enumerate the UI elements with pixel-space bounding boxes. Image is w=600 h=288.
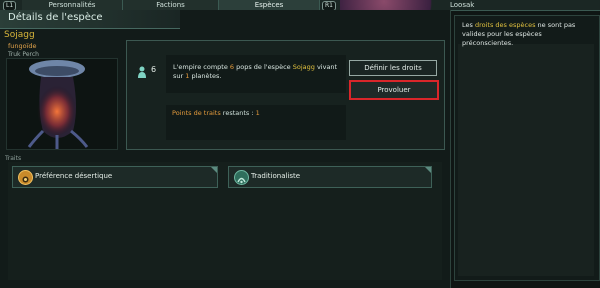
corner-decoration: [425, 167, 431, 173]
trait-points-label: Points de traits: [172, 109, 221, 117]
species-homeworld: Truk Perch: [8, 51, 39, 58]
trait-points-value: 1: [255, 109, 260, 117]
traditionalist-icon: [234, 170, 249, 185]
define-rights-button[interactable]: Définir les droits: [349, 60, 437, 76]
desc-text: pops de l'espèce: [234, 63, 293, 71]
trait-points-rest: restants :: [220, 109, 256, 117]
tab-factions[interactable]: Factions: [123, 0, 219, 10]
population-description: L'empire compte 6 pops de l'espèce Sojag…: [173, 63, 343, 81]
desert-preference-icon: [18, 170, 33, 185]
trait-traditionalist[interactable]: Traditionaliste: [228, 166, 432, 188]
desc-species-link[interactable]: Sojagg: [293, 63, 315, 71]
leader-name[interactable]: Loosak: [450, 0, 474, 10]
info-text: Les droits des espèces ne sont pas valid…: [462, 21, 594, 48]
trait-desert-preference[interactable]: Préférence désertique: [12, 166, 218, 188]
traits-label: Traits: [5, 155, 22, 162]
species-rights-link[interactable]: droits des espèces: [475, 21, 536, 29]
desc-text: L'empire compte: [173, 63, 230, 71]
tab-especes[interactable]: Espèces: [219, 0, 320, 10]
pop-icon: [137, 63, 147, 78]
species-portrait: [6, 58, 118, 150]
info-panel-body: [458, 44, 594, 276]
pop-count: 6: [151, 65, 157, 74]
tab-personnalites[interactable]: Personnalités: [22, 0, 123, 10]
trait-label: Préférence désertique: [35, 172, 113, 180]
corner-decoration: [211, 167, 217, 173]
trait-label: Traditionaliste: [251, 172, 301, 180]
desc-text: planètes.: [189, 72, 222, 80]
background-decoration: [340, 0, 450, 10]
species-name: Sojagg: [4, 30, 35, 40]
species-class: fungoïde: [8, 42, 37, 50]
uplift-button[interactable]: Provoluer: [349, 80, 439, 100]
page-title: Détails de l'espèce: [8, 12, 103, 23]
leader-tab-strip: Loosak: [450, 0, 600, 10]
trait-points-text: Points de traits restants : 1: [172, 109, 260, 117]
info-text-part: Les: [462, 21, 475, 29]
